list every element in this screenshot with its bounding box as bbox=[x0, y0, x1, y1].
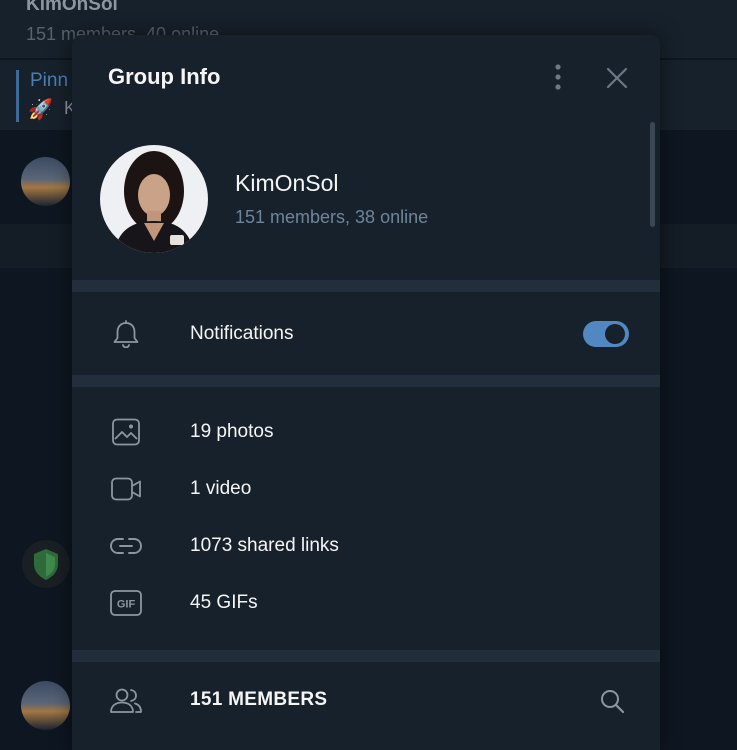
gif-icon: GIF bbox=[110, 590, 142, 616]
gifs-label: 45 GIFs bbox=[190, 592, 258, 613]
group-info-dialog: Group Info KimOnSol 151 members, 38 onli… bbox=[72, 35, 660, 750]
pinned-label: Pinn bbox=[30, 70, 69, 91]
links-label: 1073 shared links bbox=[190, 535, 339, 556]
members-label: 151 MEMBERS bbox=[190, 689, 328, 710]
link-icon bbox=[110, 538, 142, 554]
sender-avatar bbox=[21, 681, 70, 730]
photos-row[interactable]: 19 photos bbox=[72, 407, 642, 457]
videos-label: 1 video bbox=[190, 478, 252, 499]
notifications-toggle[interactable] bbox=[583, 321, 629, 347]
links-row[interactable]: 1073 shared links bbox=[72, 521, 642, 571]
notifications-row[interactable]: Notifications bbox=[72, 309, 642, 359]
section-divider bbox=[72, 280, 660, 292]
video-icon bbox=[111, 477, 141, 501]
shield-icon bbox=[22, 540, 70, 588]
members-header[interactable]: 151 MEMBERS bbox=[72, 675, 642, 725]
photos-label: 19 photos bbox=[190, 421, 274, 442]
chat-title: KimOnSol bbox=[26, 0, 118, 15]
rocket-icon: 🚀 bbox=[28, 99, 53, 121]
gifs-row[interactable]: GIF 45 GIFs bbox=[72, 578, 642, 628]
pinned-indicator bbox=[16, 70, 19, 122]
close-icon[interactable] bbox=[604, 65, 630, 91]
section-divider bbox=[72, 650, 660, 662]
sender-avatar bbox=[21, 157, 70, 206]
more-vertical-icon[interactable] bbox=[548, 63, 568, 93]
group-status: 151 members, 38 online bbox=[235, 207, 429, 227]
members-icon bbox=[110, 688, 142, 713]
toggle-knob bbox=[605, 324, 625, 344]
notifications-label: Notifications bbox=[190, 323, 294, 344]
svg-text:GIF: GIF bbox=[117, 599, 136, 611]
videos-row[interactable]: 1 video bbox=[72, 464, 642, 514]
photo-icon bbox=[112, 418, 140, 446]
group-name: KimOnSol bbox=[235, 170, 339, 196]
scrollbar[interactable] bbox=[650, 122, 655, 227]
section-divider bbox=[72, 375, 660, 387]
group-avatar[interactable] bbox=[100, 145, 208, 253]
search-icon[interactable] bbox=[598, 687, 626, 715]
bell-icon bbox=[113, 320, 139, 348]
dialog-title: Group Info bbox=[108, 64, 221, 89]
